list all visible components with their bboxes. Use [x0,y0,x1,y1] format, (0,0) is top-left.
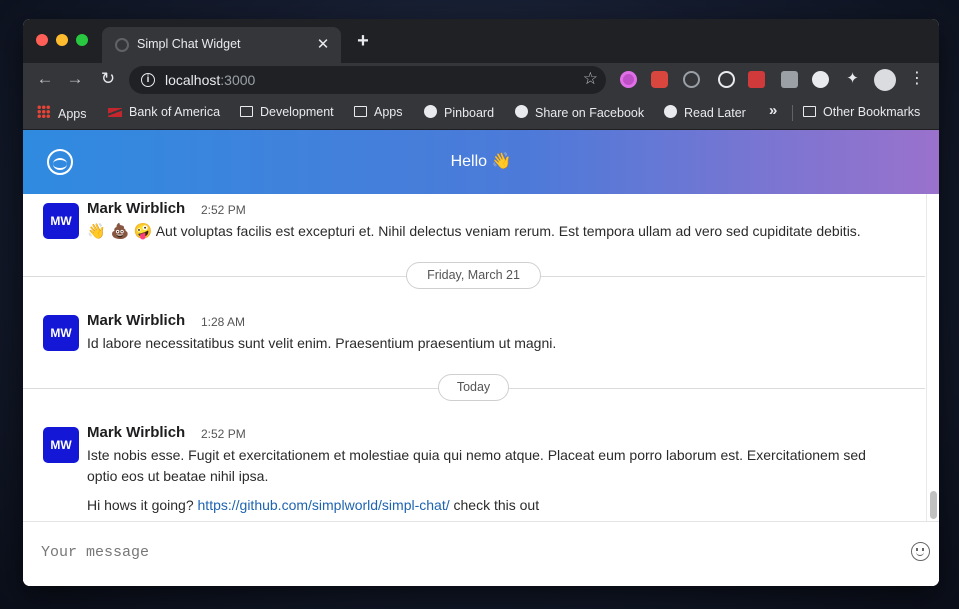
message-input[interactable] [41,540,901,564]
extension-css-icon[interactable] [781,71,798,88]
avatar: MW [43,315,79,351]
message-item: MW Mark Wirblich 1:28 AM Id labore neces… [43,312,923,355]
tab-strip: Simpl Chat Widget ✕ + [23,19,939,63]
close-window-button[interactable] [36,34,48,46]
extension-santa-icon[interactable] [651,71,668,88]
folder-icon [240,106,253,117]
message-text: Id labore necessitatibus sunt velit enim… [87,335,557,351]
more-bookmarks-chevron-icon[interactable]: » [769,102,777,119]
avatar: MW [43,203,79,239]
date-divider-today: Today [438,374,509,401]
globe-icon [115,38,129,52]
close-icon[interactable]: ✕ [315,35,331,53]
message-time: 2:52 PM [201,203,246,217]
bookmark-bank-of-america[interactable]: Bank of America [108,105,220,119]
avatar: MW [43,427,79,463]
message-composer [23,521,939,586]
message-text: 👋 💩 🤪 Aut voluptas facilis est excepturi… [87,222,861,240]
message-link[interactable]: https://github.com/simplworld/simpl-chat… [198,497,450,513]
bookmark-development[interactable]: Development [240,105,334,119]
back-button[interactable]: ← [35,69,55,89]
address-bar[interactable]: i localhost:3000 ☆ [129,66,606,94]
extension-target-icon[interactable] [718,71,735,88]
bookmark-apps-folder[interactable]: Apps [354,105,403,119]
url-text[interactable]: localhost:3000 [165,72,255,88]
chat-header: Hello 👋 [23,130,939,194]
globe-icon [424,105,437,118]
message-item: MW Mark Wirblich 2:52 PM 👋 💩 🤪 Aut volup… [43,200,923,243]
maximize-window-button[interactable] [76,34,88,46]
profile-avatar[interactable] [874,69,896,91]
message-followup: Hi hows it going? https://github.com/sim… [87,497,540,513]
bookmark-pinboard[interactable]: Pinboard [424,105,494,120]
extension-metrics-icon[interactable] [812,71,829,88]
browser-window: Simpl Chat Widget ✕ + ← → ↻ i localhost:… [23,19,939,586]
bookmark-other-bookmarks[interactable]: Other Bookmarks [803,105,920,119]
forward-button[interactable]: → [65,69,85,89]
chat-header-title: Hello 👋 [450,153,512,170]
message-time: 2:52 PM [201,427,246,441]
info-icon[interactable]: i [141,73,155,87]
bank-of-america-icon [108,108,122,117]
bookmark-apps[interactable]: Apps [37,105,87,121]
new-tab-button[interactable]: + [353,31,373,51]
message-list[interactable]: MW Mark Wirblich 2:52 PM 👋 💩 🤪 Aut volup… [23,194,925,521]
browser-toolbar: ← → ↻ i localhost:3000 ☆ ✦ ⋮ [23,63,939,96]
chat-widget: Hello 👋 MW Mark Wirblich 2:52 PM 👋 💩 🤪 A… [23,130,939,586]
emoji-picker-icon[interactable] [911,542,930,561]
message-item: MW Mark Wirblich 2:52 PM Iste nobis esse… [43,424,923,517]
active-tab[interactable]: Simpl Chat Widget ✕ [102,27,341,63]
puzzle-extensions-icon[interactable]: ✦ [844,69,861,87]
scrollbar-thumb[interactable] [930,491,937,519]
extension-sync-icon[interactable] [683,71,700,88]
bookmark-star-icon[interactable]: ☆ [583,69,598,89]
message-scrollbar[interactable] [926,194,939,521]
message-author: Mark Wirblich [87,424,186,441]
extension-power-icon[interactable] [620,71,637,88]
folder-icon [354,106,367,117]
folder-icon [803,106,816,117]
browser-menu-icon[interactable]: ⋮ [909,68,925,88]
message-time: 1:28 AM [201,315,246,329]
message-author: Mark Wirblich [87,200,186,217]
message-author: Mark Wirblich [87,312,186,329]
message-text: Iste nobis esse. Fugit et exercitationem… [87,447,866,484]
tab-title: Simpl Chat Widget [137,37,241,51]
minimize-window-button[interactable] [56,34,68,46]
message-emojis: 👋 💩 🤪 [87,222,153,240]
date-divider-friday: Friday, March 21 [406,262,541,289]
bookmark-read-later[interactable]: Read Later [664,105,746,120]
globe-icon [515,105,528,118]
bookmarks-divider [792,105,793,121]
apps-grid-icon [37,105,51,119]
globe-icon [664,105,677,118]
reload-button[interactable]: ↻ [98,69,118,89]
extension-bug-icon[interactable] [748,71,765,88]
bookmarks-bar: Apps Bank of America Development Apps Pi… [23,96,939,130]
bookmark-share-on-facebook[interactable]: Share on Facebook [515,105,644,120]
